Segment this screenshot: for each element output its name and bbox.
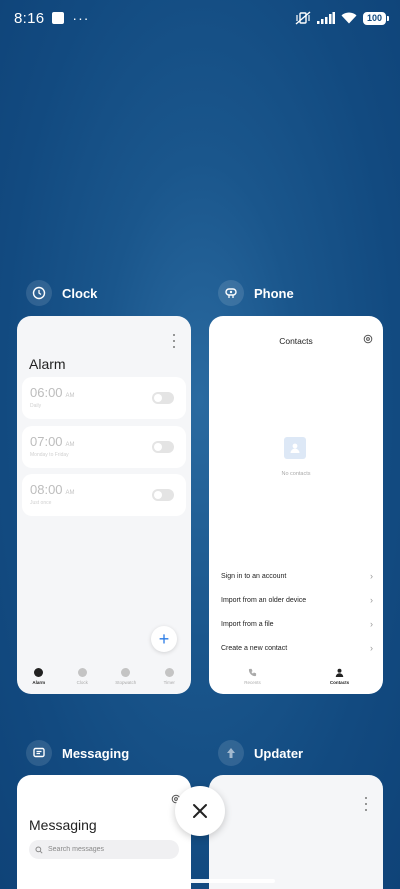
vibrate-mute-icon: [295, 11, 311, 25]
chevron-right-icon: ›: [370, 595, 373, 605]
alarm-repeat: Daily: [30, 403, 42, 409]
menu-create-contact[interactable]: Create a new contact ›: [221, 643, 373, 653]
alarm-toggle[interactable]: [152, 489, 174, 501]
phone-bottom-nav: Recents Contacts: [209, 658, 383, 694]
search-icon: [35, 845, 43, 854]
chevron-right-icon: ›: [370, 619, 373, 629]
chevron-right-icon: ›: [370, 571, 373, 581]
search-input[interactable]: [48, 846, 168, 853]
stopwatch-icon: [121, 667, 131, 677]
nav-label: Stopwatch: [115, 679, 137, 685]
phone-app-card[interactable]: Contacts No contacts Sign in to an accou…: [209, 316, 383, 694]
menu-label: Create a new contact: [221, 644, 288, 652]
nav-timer[interactable]: Timer: [148, 658, 192, 694]
phone-app-title: Phone: [254, 285, 294, 301]
person-icon: [335, 668, 344, 677]
phone-icon: [248, 668, 257, 676]
nav-label: Alarm: [32, 679, 46, 685]
clock-app-header[interactable]: Clock: [26, 279, 97, 307]
alarm-ampm: AM: [65, 442, 75, 448]
nav-label: Timer: [163, 679, 175, 685]
menu-sign-in[interactable]: Sign in to an account ›: [221, 571, 373, 581]
clear-all-button[interactable]: [175, 786, 225, 836]
alarm-ampm: AM: [65, 490, 75, 496]
phone-app-header[interactable]: Phone: [218, 279, 294, 307]
more-options-icon[interactable]: [169, 334, 179, 348]
menu-import-older-device[interactable]: Import from an older device ›: [221, 595, 373, 605]
nav-alarm[interactable]: Alarm: [17, 658, 61, 694]
messaging-app-icon: [26, 740, 52, 766]
timer-icon: [164, 667, 174, 677]
alarm-ampm: AM: [65, 393, 75, 399]
battery-indicator: 100: [362, 11, 390, 25]
alarm-time: 07:00: [30, 434, 63, 449]
clock-app-title: Clock: [62, 285, 98, 301]
signal-icon: [316, 12, 335, 24]
alarm-item[interactable]: 06:00 AM Daily: [22, 377, 186, 419]
alarm-toggle[interactable]: [152, 441, 174, 453]
more-notifications-icon: ···: [72, 10, 90, 26]
status-icons: 100: [295, 11, 390, 25]
messaging-title: Messaging: [29, 817, 97, 833]
messaging-app-card[interactable]: Messaging: [17, 775, 191, 889]
clock-app-card[interactable]: Alarm 06:00 AM Daily 07:00 AM Monday to Fr…: [17, 316, 191, 694]
updater-app-header[interactable]: Updater: [218, 739, 303, 767]
nav-label: Contacts: [329, 679, 350, 685]
search-bar[interactable]: [29, 840, 179, 859]
home-indicator[interactable]: [125, 879, 275, 883]
alarm-title: Alarm: [29, 356, 66, 372]
updater-app-title: Updater: [254, 745, 304, 761]
alarm-item[interactable]: 07:00 AM Monday to Friday: [22, 426, 186, 468]
menu-import-file[interactable]: Import from a file ›: [221, 619, 373, 629]
clock-bottom-nav: Alarm Clock Stopwatch Timer: [17, 658, 191, 694]
nav-stopwatch[interactable]: Stopwatch: [104, 658, 148, 694]
close-icon: [193, 804, 207, 818]
menu-label: Import from a file: [221, 620, 274, 628]
chevron-right-icon: ›: [370, 643, 373, 653]
nav-label: Recents: [244, 679, 261, 685]
alarm-toggle[interactable]: [152, 392, 174, 404]
status-bar: 8:16 ··· 100: [0, 0, 400, 36]
settings-icon[interactable]: [363, 334, 373, 344]
nav-clock[interactable]: Clock: [61, 658, 105, 694]
nav-label: Clock: [76, 679, 88, 685]
messaging-app-header[interactable]: Messaging: [26, 739, 129, 767]
messaging-app-title: Messaging: [62, 745, 130, 761]
menu-label: Sign in to an account: [221, 572, 287, 580]
contacts-title: Contacts: [279, 336, 313, 346]
updater-app-card[interactable]: [209, 775, 383, 889]
add-alarm-button[interactable]: +: [151, 626, 177, 652]
status-time: 8:16: [14, 9, 45, 27]
wifi-icon: [341, 12, 357, 24]
alarm-repeat: Just once: [30, 500, 52, 506]
clock-app-icon: [26, 280, 52, 306]
alarm-repeat: Monday to Friday: [30, 452, 69, 458]
clock-icon: [77, 667, 87, 677]
alarm-icon: [34, 667, 44, 677]
nav-contacts[interactable]: Contacts: [296, 658, 383, 694]
alarm-time: 08:00: [30, 482, 63, 497]
no-contacts-text: No contacts: [281, 471, 311, 477]
empty-contacts-icon: [284, 437, 306, 459]
updater-app-icon: [218, 740, 244, 766]
notification-icon: [52, 12, 65, 24]
nav-recents[interactable]: Recents: [209, 658, 296, 694]
more-options-icon[interactable]: [361, 797, 371, 811]
alarm-item[interactable]: 08:00 AM Just once: [22, 474, 186, 516]
menu-label: Import from an older device: [221, 596, 307, 604]
alarm-time: 06:00: [30, 385, 63, 400]
phone-app-icon: [218, 280, 244, 306]
